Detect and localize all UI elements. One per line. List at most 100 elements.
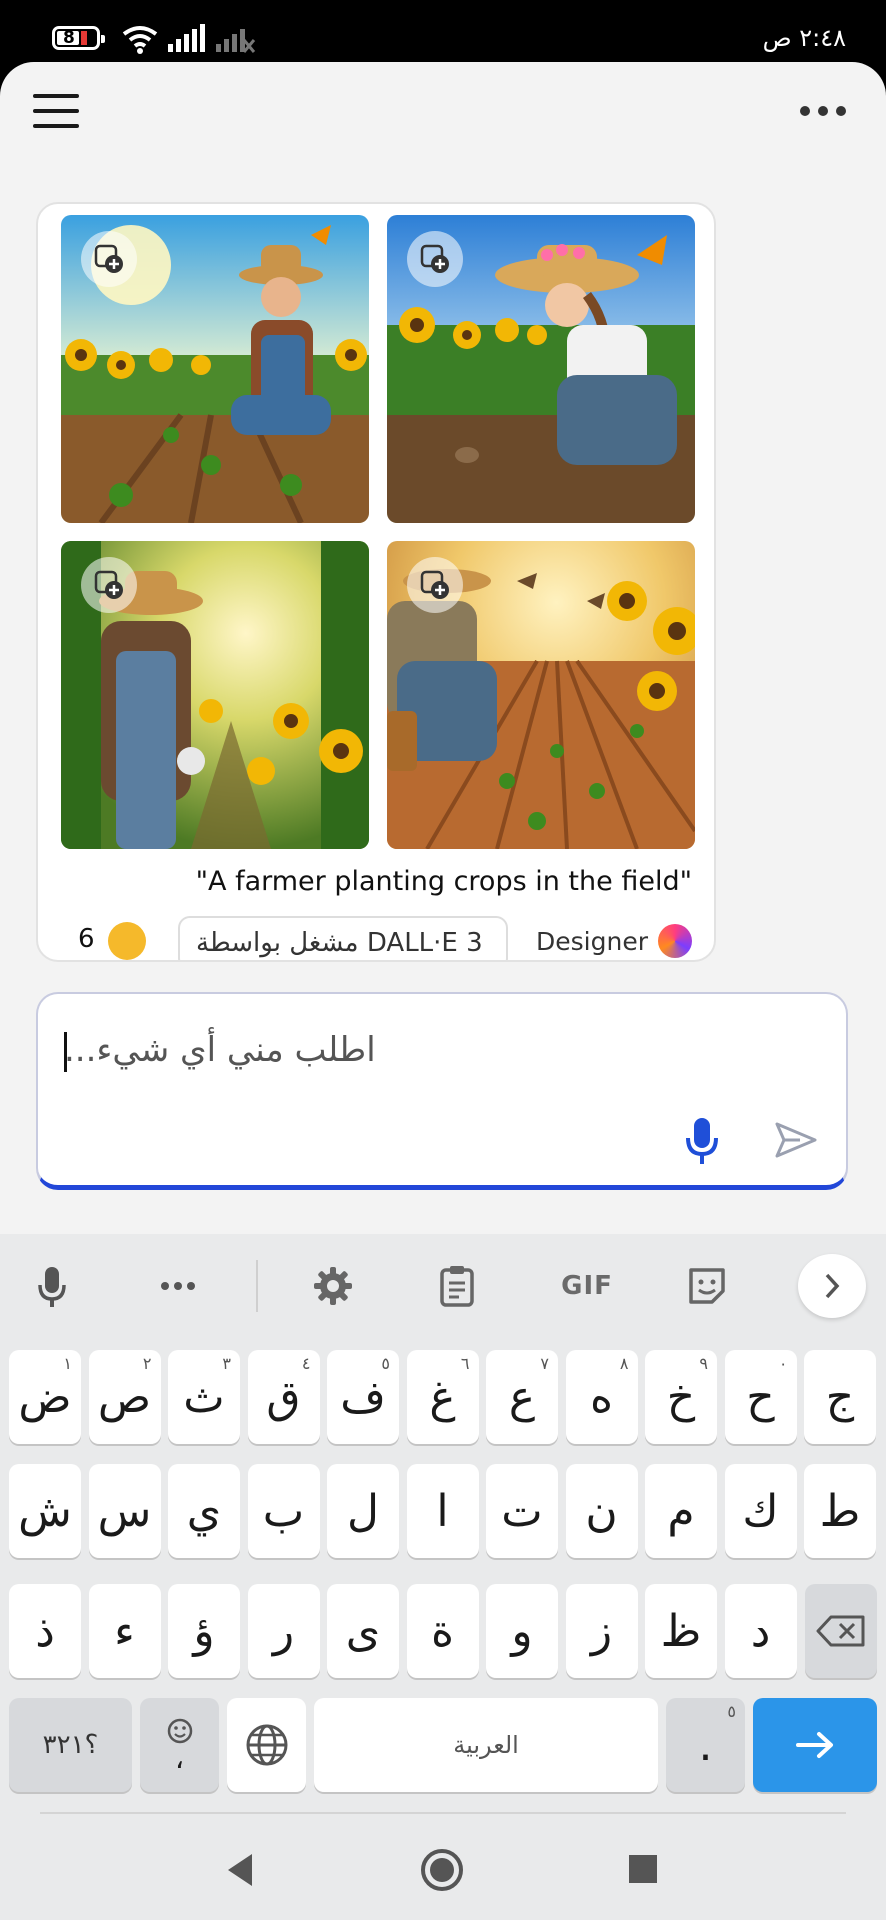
generated-image-1[interactable]	[61, 215, 369, 523]
letter-key[interactable]: ظ	[645, 1584, 717, 1678]
save-to-collection-button[interactable]	[81, 557, 137, 613]
save-to-collection-button[interactable]	[407, 231, 463, 287]
key-label: ا	[436, 1485, 449, 1537]
period-key[interactable]: . ٥	[666, 1698, 745, 1792]
letter-key[interactable]: ن	[565, 1464, 638, 1558]
key-label: ج	[825, 1371, 855, 1423]
keyboard-toolbar: GIF	[0, 1234, 886, 1336]
arrow-right-icon	[796, 1732, 833, 1758]
key-hint: ٢	[142, 1354, 152, 1373]
key-label: د	[750, 1605, 771, 1657]
key-hint: ٦	[460, 1354, 470, 1373]
designer-link[interactable]: Designer	[536, 924, 692, 958]
letter-key[interactable]: د	[724, 1584, 797, 1678]
more-options-icon[interactable]	[800, 96, 846, 126]
key-label: ط	[819, 1485, 861, 1537]
letter-key[interactable]: ا	[406, 1464, 479, 1558]
designer-logo-icon	[658, 924, 692, 958]
recents-icon[interactable]	[628, 1854, 658, 1884]
signal-off-icon	[216, 29, 256, 53]
signal-icon	[168, 24, 205, 52]
letter-key[interactable]: ت	[486, 1464, 558, 1558]
letter-key[interactable]: م	[645, 1464, 717, 1558]
letter-key[interactable]: ء	[88, 1584, 161, 1678]
status-bar: 8 ٢:٤٨ ص	[0, 0, 886, 62]
keyboard-mic-icon[interactable]	[30, 1260, 74, 1312]
clipboard-icon[interactable]	[434, 1260, 480, 1312]
letter-key[interactable]: ي	[168, 1464, 240, 1558]
backspace-key[interactable]	[805, 1584, 877, 1678]
letter-key[interactable]: ه٨	[565, 1350, 638, 1444]
gif-button[interactable]: GIF	[552, 1260, 622, 1312]
period-hint: ٥	[727, 1702, 736, 1721]
letter-key[interactable]: و	[486, 1584, 558, 1678]
key-label: ب	[262, 1485, 305, 1537]
add-collection-icon	[94, 570, 123, 599]
letter-key[interactable]: س	[88, 1464, 161, 1558]
letter-key[interactable]: ق٤	[247, 1350, 320, 1444]
letter-key[interactable]: ذ	[9, 1584, 81, 1678]
letter-key[interactable]: ش	[9, 1464, 81, 1558]
image-result-card: "A farmer planting crops in the field" 6…	[36, 202, 716, 962]
save-to-collection-button[interactable]	[407, 557, 463, 613]
key-label: ش	[18, 1485, 72, 1537]
key-label: ث	[183, 1371, 225, 1423]
generated-image-4[interactable]	[387, 541, 695, 849]
period-label: .	[698, 1719, 713, 1771]
message-composer[interactable]: اطلب مني أي شيء...	[36, 992, 848, 1190]
microphone-icon[interactable]	[682, 1116, 722, 1166]
key-label: ص	[97, 1371, 152, 1423]
letter-key[interactable]: خ٩	[645, 1350, 717, 1444]
enter-key[interactable]	[753, 1698, 877, 1792]
add-collection-icon	[94, 244, 123, 273]
key-label: ة	[430, 1605, 455, 1657]
letter-key[interactable]: ض١	[9, 1350, 81, 1444]
boost-icon	[108, 922, 146, 960]
battery-icon: 8	[52, 26, 105, 50]
letter-key[interactable]: ز	[565, 1584, 638, 1678]
letter-key[interactable]: ج	[804, 1350, 876, 1444]
letter-key[interactable]: ح٠	[724, 1350, 797, 1444]
key-label: ي	[186, 1485, 222, 1537]
generated-image-2[interactable]	[387, 215, 695, 523]
letter-key[interactable]: ؤ	[168, 1584, 240, 1678]
key-label: ع	[508, 1371, 536, 1423]
letter-key[interactable]: ط	[804, 1464, 876, 1558]
save-to-collection-button[interactable]	[81, 231, 137, 287]
battery-level: 8	[63, 28, 75, 48]
generated-image-3[interactable]	[61, 541, 369, 849]
expand-toolbar-chevron-icon[interactable]	[798, 1254, 866, 1318]
key-label: ل	[347, 1485, 379, 1537]
letter-key[interactable]: ع٧	[486, 1350, 558, 1444]
more-tools-icon[interactable]	[156, 1260, 200, 1312]
symbols-key[interactable]: ؟٣٢١	[9, 1698, 132, 1792]
system-nav-bar	[0, 1812, 886, 1920]
message-input[interactable]: اطلب مني أي شيء...	[64, 1030, 376, 1070]
menu-icon[interactable]	[33, 92, 79, 130]
powered-by-badge[interactable]: مشغل بواسطة DALL·E 3	[178, 916, 508, 960]
key-label: ح	[746, 1371, 775, 1423]
key-label: ك	[742, 1485, 779, 1537]
emoji-comma-key[interactable]: ،	[140, 1698, 219, 1792]
settings-gear-icon[interactable]	[310, 1260, 356, 1312]
key-hint: ٧	[540, 1354, 549, 1373]
letter-key[interactable]: ب	[247, 1464, 320, 1558]
letter-key[interactable]: ص٢	[88, 1350, 161, 1444]
space-key[interactable]: العربية	[314, 1698, 658, 1792]
letter-key[interactable]: ر	[247, 1584, 320, 1678]
back-icon[interactable]	[224, 1852, 256, 1888]
letter-key[interactable]: ف٥	[327, 1350, 399, 1444]
key-label: ه	[589, 1371, 614, 1423]
sticker-icon[interactable]	[684, 1260, 730, 1312]
letter-key[interactable]: ل	[327, 1464, 399, 1558]
key-hint: ٥	[381, 1354, 390, 1373]
letter-key[interactable]: ك	[724, 1464, 797, 1558]
home-icon[interactable]	[420, 1848, 464, 1892]
letter-key[interactable]: غ٦	[406, 1350, 479, 1444]
letter-key[interactable]: ى	[327, 1584, 399, 1678]
letter-key[interactable]: ة	[406, 1584, 479, 1678]
emoji-icon	[167, 1718, 192, 1744]
letter-key[interactable]: ث٣	[168, 1350, 240, 1444]
language-switch-key[interactable]	[227, 1698, 306, 1792]
send-icon[interactable]	[774, 1120, 818, 1160]
